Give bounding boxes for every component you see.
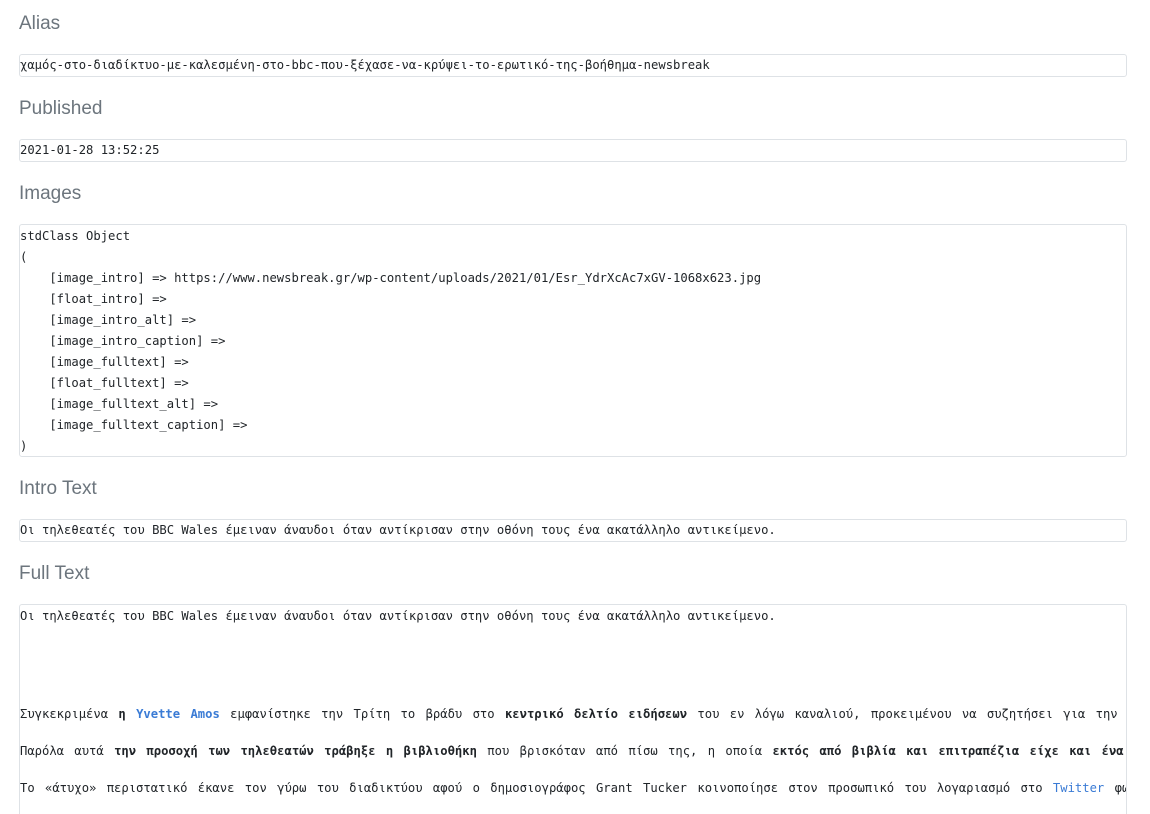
alias-field[interactable]: χαμός-στο-διαδίκτυο-με-καλεσμένη-στο-bbc… <box>19 54 1127 77</box>
p2-bold: εκτός από βιβλία και επιτραπέζια είχε κα… <box>772 744 1127 758</box>
twitter-link[interactable]: Twitter <box>1053 781 1104 795</box>
images-line: stdClass Object <box>20 229 131 243</box>
intro-text-field[interactable]: Οι τηλεθεατές του BBC Wales έμειναν άναυ… <box>19 519 1127 542</box>
images-label: Images <box>19 183 82 204</box>
full-text-field[interactable]: Οι τηλεθεατές του BBC Wales έμειναν άναυ… <box>19 604 1127 814</box>
images-line: ) <box>20 439 28 453</box>
full-text-label: Full Text <box>19 563 90 584</box>
p1-bold: κεντρικό δελτίο ειδήσεων <box>504 707 688 721</box>
p2-text: που βρισκόταν από πίσω της, η οποία <box>476 744 773 758</box>
p3-text: φωτ <box>1114 781 1126 795</box>
images-line: [image_fulltext_alt] => <box>20 397 219 411</box>
p1-text: Συγκεκριμένα <box>20 707 119 721</box>
full-text-paragraph-1: Συγκεκριμένα η Yvette Amos εμφανίστηκε τ… <box>20 704 1127 725</box>
full-text-first-line: Οι τηλεθεατές του BBC Wales έμειναν άναυ… <box>20 609 776 623</box>
p1-text: εμφανίστηκε την Τρίτη το βράδυ στο <box>219 707 505 721</box>
p1-text: του εν λόγω καναλιού, προκειμένου να συζ… <box>687 707 1127 721</box>
images-line: [image_fulltext] => <box>20 355 189 369</box>
intro-text-label: Intro Text <box>19 478 97 499</box>
full-text-paragraph-3: Το «άτυχο» περιστατικό έκανε τον γύρω το… <box>20 778 1126 799</box>
images-line: ( <box>20 250 28 264</box>
full-text-paragraph-2: Παρόλα αυτά την προσοχή των τηλεθεατών τ… <box>20 741 1127 762</box>
p2-bold: την προσοχή των τηλεθεατών τράβηξε η βιβ… <box>114 744 477 758</box>
images-line: [image_intro] => https://www.newsbreak.g… <box>20 271 762 285</box>
p2-text: Παρόλα αυτά <box>20 744 115 758</box>
images-line: [float_fulltext] => <box>20 376 189 390</box>
images-field[interactable]: stdClass Object ( [image_intro] => https… <box>19 224 1127 457</box>
images-line: [image_intro_caption] => <box>20 334 226 348</box>
p3-text: Το «άτυχο» περιστατικό έκανε τον γύρω το… <box>20 781 1053 795</box>
yvette-amos-link[interactable]: Yvette Amos <box>136 707 220 721</box>
published-label: Published <box>19 98 103 119</box>
images-line: [image_intro_alt] => <box>20 313 197 327</box>
p1-bold: η <box>118 707 137 721</box>
images-line: [float_intro] => <box>20 292 167 306</box>
images-line: [image_fulltext_caption] => <box>20 418 248 432</box>
published-field[interactable]: 2021-01-28 13:52:25 <box>19 139 1127 162</box>
alias-label: Alias <box>19 13 61 34</box>
